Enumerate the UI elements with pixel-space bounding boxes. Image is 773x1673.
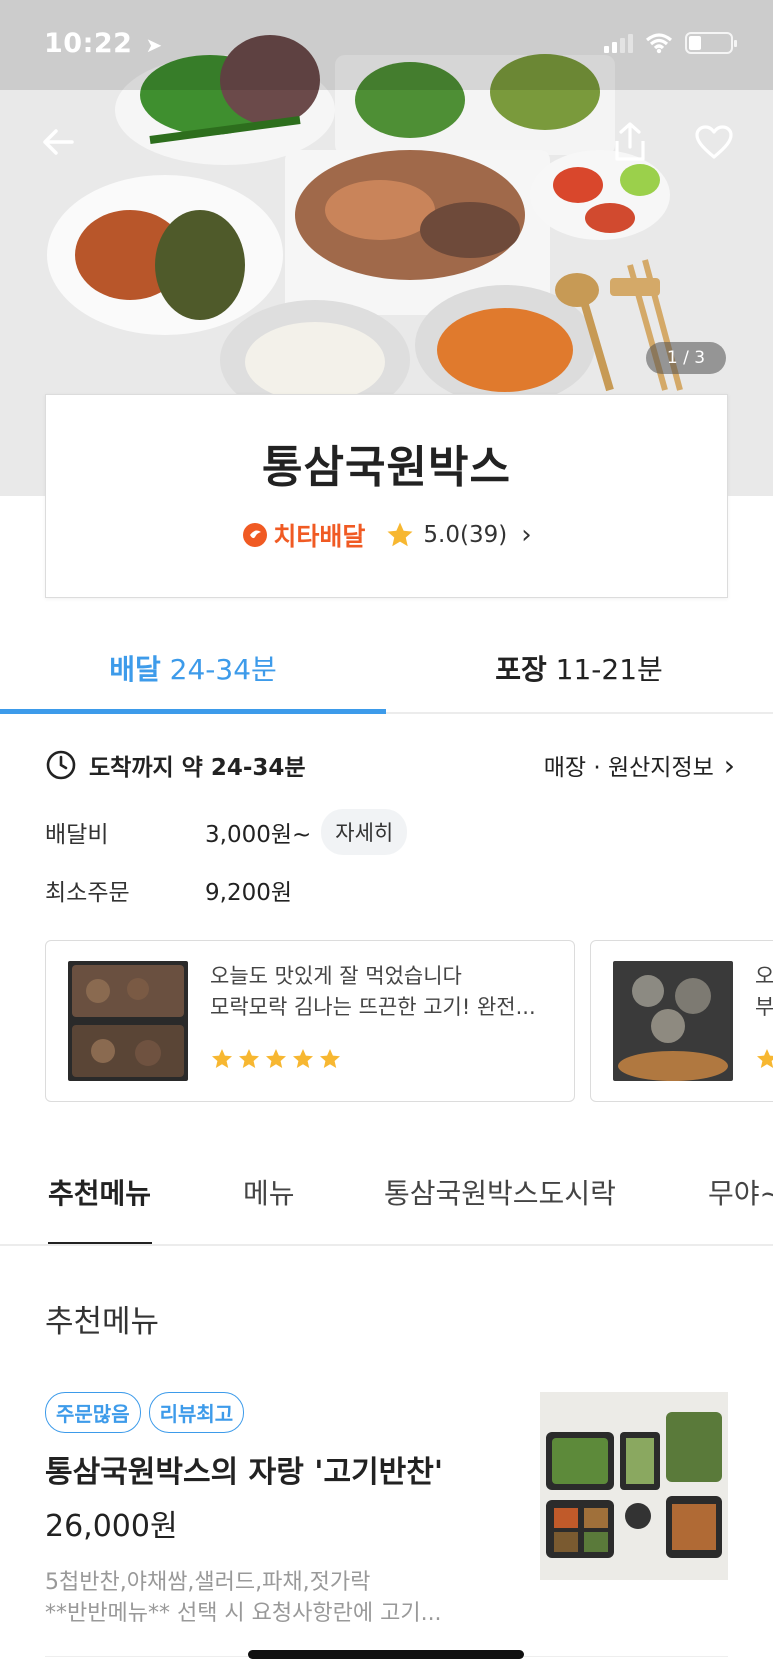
clock-icon [46, 750, 76, 780]
review-line-1: 오 [755, 964, 773, 988]
location-arrow-icon: ➤ [145, 33, 163, 57]
menu-item-desc-line-1: 5첩반찬,야채쌈,샐러드,파채,젓가락 [45, 1570, 371, 1595]
active-tab-indicator [0, 709, 386, 714]
delivery-fee-row: 배달비 3,000원~ 자세히 [45, 809, 735, 855]
delivery-info: 도착까지 약 24-34분 매장 · 원산지정보 › 배달비 3,000원~ 자… [45, 748, 735, 912]
status-time: 10:22 [44, 28, 133, 59]
tab-delivery-time: 24-34분 [169, 653, 277, 686]
section-title: 추천메뉴 [45, 1304, 160, 1340]
star-icon [320, 1049, 340, 1068]
menu-item-photo [540, 1392, 728, 1580]
rating-row[interactable]: 치타배달 5.0(39) › [46, 517, 727, 553]
menu-item-description: 5첩반찬,야채쌈,샐러드,파채,젓가락 **반반메뉴** 선택 시 요청사항란에… [45, 1567, 495, 1629]
menu-item[interactable]: 주문많음 리뷰최고 통삼국원박스의 자랑 '고기반찬' 26,000원 5첩반찬… [45, 1392, 728, 1652]
arrival-prefix: 도착까지 약 [89, 755, 203, 781]
status-bar: 10:22 ➤ [44, 28, 737, 64]
tab-pickup-time: 11-21분 [555, 653, 663, 686]
back-arrow-icon [43, 129, 74, 155]
review-line-2: 모락모락 김나는 뜨끈한 고기! 완전... [210, 995, 536, 1019]
tab-menu[interactable]: 메뉴 [243, 1172, 295, 1212]
tab-delivery[interactable]: 배달 24-34분 [0, 632, 386, 712]
store-name: 통삼국원박스 [262, 442, 511, 493]
delivery-fee-value: 3,000원~ [205, 822, 312, 848]
review-card[interactable]: 오늘도 맛있게 잘 먹었습니다 모락모락 김나는 뜨끈한 고기! 완전... [45, 940, 575, 1102]
active-menu-tab-indicator [48, 1242, 152, 1244]
min-order-row: 최소주문 9,200원 [45, 868, 735, 912]
cheetah-icon [243, 523, 268, 547]
share-button[interactable] [606, 118, 654, 166]
like-button[interactable] [690, 118, 738, 166]
share-icon [615, 122, 645, 161]
review-line-1: 오늘도 맛있게 잘 먹었습니다 [210, 964, 462, 988]
store-info-card: 통삼국원박스 치타배달 5.0(39) › [45, 394, 728, 598]
star-icon [387, 522, 413, 547]
star-icon [293, 1049, 313, 1068]
fee-detail-button[interactable]: 자세히 [321, 809, 408, 855]
tab-more[interactable]: 무야~ [708, 1172, 773, 1212]
heart-icon [695, 125, 733, 159]
review-line-2: 부 [755, 995, 773, 1019]
delivery-fee-label: 배달비 [45, 822, 109, 848]
store-origin-info-link[interactable]: 매장 · 원산지정보 › [544, 748, 735, 782]
order-type-tabs: 배달 24-34분 포장 11-21분 [0, 632, 773, 714]
tab-pickup[interactable]: 포장 11-21분 [386, 632, 772, 712]
battery-icon [685, 32, 737, 54]
tab-lunchbox[interactable]: 통삼국원박스도시락 [384, 1172, 616, 1212]
min-order-label: 최소주문 [45, 880, 130, 906]
star-icon [266, 1049, 286, 1068]
chevron-right-icon: › [521, 520, 532, 550]
review-stars [755, 1047, 773, 1071]
tab-pickup-label: 포장 [495, 653, 547, 686]
star-icon [757, 1049, 773, 1068]
review-photo [613, 961, 733, 1081]
cheetah-delivery-logo: 치타배달 [241, 517, 365, 553]
photo-pager: 1 / 3 [646, 342, 726, 374]
menu-category-tabs: 추천메뉴 메뉴 통삼국원박스도시락 무야~ [0, 1158, 773, 1246]
rating-value: 5.0(39) [423, 522, 508, 548]
chevron-right-icon: › [723, 748, 735, 782]
home-indicator [248, 1650, 524, 1659]
badge-best-review: 리뷰최고 [148, 1392, 245, 1433]
star-icon [212, 1049, 232, 1068]
origin-info-label: 매장 · 원산지정보 [543, 755, 714, 781]
tab-recommended-menu[interactable]: 추천메뉴 [48, 1172, 151, 1212]
menu-item-desc-line-2: **반반메뉴** 선택 시 요청사항란에 고기... [45, 1601, 442, 1626]
wifi-icon [645, 33, 673, 54]
badge-popular: 주문많음 [45, 1392, 141, 1433]
min-order-value: 9,200원 [205, 880, 293, 906]
star-icon [239, 1049, 259, 1068]
review-photo [68, 961, 188, 1081]
back-button[interactable] [34, 118, 82, 166]
review-card[interactable]: 오 부 [590, 940, 773, 1102]
arrival-time: 24-34분 [210, 755, 306, 781]
cheetah-delivery-label: 치타배달 [273, 522, 366, 551]
review-carousel[interactable]: 오늘도 맛있게 잘 먹었습니다 모락모락 김나는 뜨끈한 고기! 완전... 오… [45, 940, 773, 1102]
review-stars [210, 1047, 342, 1071]
tab-delivery-label: 배달 [109, 653, 161, 686]
cellular-signal-icon [604, 33, 633, 53]
